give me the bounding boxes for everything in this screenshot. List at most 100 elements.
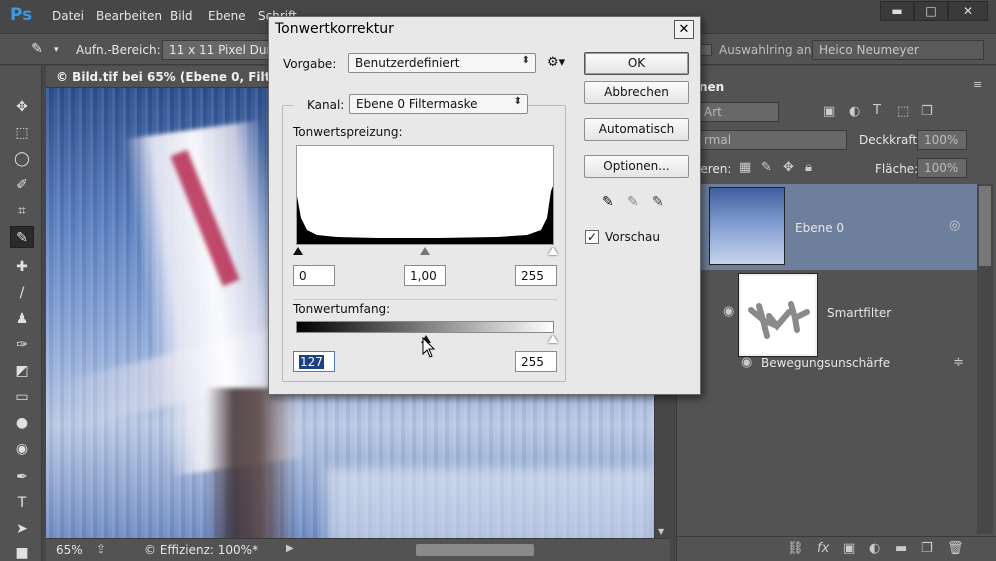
pixel-filter-icon[interactable]: ▣ xyxy=(823,104,835,119)
adjustment-filter-icon[interactable]: ◐ xyxy=(849,104,860,119)
input-white-slider[interactable] xyxy=(548,247,558,255)
output-black-field[interactable]: 127 xyxy=(293,351,335,372)
levels-dialog: Tonwertkorrektur ✕ Vorgabe: Benutzerdefi… xyxy=(268,16,701,395)
ok-button[interactable]: OK xyxy=(584,52,689,75)
eyedropper-icon[interactable]: ✎ xyxy=(26,38,48,60)
workspace-select[interactable]: Heico Neumeyer xyxy=(812,40,984,60)
marquee-icon[interactable]: ⬚ xyxy=(10,122,34,144)
stamp-icon[interactable]: ♟ xyxy=(10,308,34,330)
preset-label: Vorgabe: xyxy=(283,57,337,71)
gradient-icon[interactable]: ▭ xyxy=(10,386,34,408)
sample-size-select[interactable]: 11 x 11 Pixel Durch xyxy=(162,40,272,60)
gray-point-eyedropper-icon[interactable]: ✎ xyxy=(627,194,639,210)
history-brush-icon[interactable]: ✑ xyxy=(10,334,34,356)
layers-scroll-thumb[interactable] xyxy=(979,186,991,266)
fx-icon[interactable]: fx xyxy=(817,541,829,556)
preset-gear-icon[interactable]: ⚙▾ xyxy=(547,55,565,70)
zoom-level[interactable]: 65% xyxy=(56,543,83,557)
menu-bearbeiten[interactable]: Bearbeiten xyxy=(96,9,162,23)
maximize-button[interactable]: □ xyxy=(914,1,948,21)
lock-position-icon[interactable]: ✥ xyxy=(783,160,794,175)
output-white-slider[interactable] xyxy=(548,335,558,343)
healing-icon[interactable]: ✚ xyxy=(10,256,34,278)
updown-arrow-icon: ⬍ xyxy=(521,55,530,66)
filter-name[interactable]: Bewegungsunschärfe xyxy=(761,356,890,370)
eraser-icon[interactable]: ◩ xyxy=(10,360,34,382)
blurred-figure-head xyxy=(206,388,296,538)
blend-mode-select[interactable]: rmal xyxy=(697,130,847,150)
lasso-icon[interactable]: ◯ xyxy=(10,148,34,170)
input-black-slider[interactable] xyxy=(293,247,303,255)
fill-field[interactable]: 100% xyxy=(917,158,967,178)
preview-checkbox[interactable]: ✓ xyxy=(585,230,599,244)
auto-button[interactable]: Automatisch xyxy=(584,118,689,141)
quick-select-icon[interactable]: ✐ xyxy=(10,174,34,196)
link-layers-icon[interactable]: ⛓ xyxy=(787,541,804,556)
menu-datei[interactable]: Datei xyxy=(52,9,84,23)
new-group-icon[interactable]: ▬ xyxy=(895,541,907,556)
dodge-icon[interactable]: ◉ xyxy=(10,438,34,460)
path-select-icon[interactable]: ➤ xyxy=(10,518,34,540)
smartfilter-row[interactable]: ◉ Smartfilter xyxy=(677,270,977,357)
minimize-button[interactable]: ▬ xyxy=(880,1,914,21)
blurred-haze xyxy=(326,468,654,538)
filter-row-motion-blur[interactable]: ◉ Bewegungsunschärfe ≑ xyxy=(677,354,977,374)
channel-select[interactable]: Ebene 0 Filtermaske ⬍ xyxy=(349,94,528,114)
status-bar: 65% ⇪ © Effizienz: 100%* ▶ xyxy=(46,538,670,561)
type-icon[interactable]: T xyxy=(10,492,34,514)
shape-icon[interactable]: ■ xyxy=(10,542,34,561)
filter-blending-options-icon[interactable]: ≑ xyxy=(953,355,964,370)
layers-scrollbar[interactable] xyxy=(977,184,993,534)
output-white-field[interactable]: 255 xyxy=(515,351,557,372)
close-window-button[interactable]: ✕ xyxy=(948,1,988,21)
status-menu-arrow-icon[interactable]: ▶ xyxy=(286,543,294,554)
blur-icon[interactable]: ● xyxy=(10,412,34,434)
brush-icon[interactable]: / xyxy=(10,282,34,304)
input-white-field[interactable]: 255 xyxy=(515,265,557,286)
layer-filter-select[interactable]: Art xyxy=(697,102,779,122)
lock-transparency-icon[interactable]: ▦ xyxy=(739,160,751,175)
output-levels-label: Tonwertumfang: xyxy=(293,302,391,316)
close-icon[interactable]: ✕ xyxy=(674,20,694,39)
lock-all-icon[interactable]: 🔒︎ xyxy=(805,160,812,175)
mask-shape-icon xyxy=(748,301,810,339)
filter-visibility-eye-icon[interactable]: ◉ xyxy=(741,355,752,370)
input-gamma-field[interactable]: 1,00 xyxy=(404,265,446,286)
visibility-eye-icon[interactable]: ◉ xyxy=(723,304,734,319)
scroll-down-icon[interactable]: ▼ xyxy=(658,527,664,536)
move-icon[interactable]: ✥ xyxy=(10,96,34,118)
adjustment-layer-icon[interactable]: ◐ xyxy=(869,541,880,556)
chevron-down-icon[interactable]: ▾ xyxy=(54,45,59,55)
panel-menu-icon[interactable]: ≡ xyxy=(973,78,982,91)
eyedropper-icon[interactable]: ✎ xyxy=(10,226,34,248)
layer-row-ebene-0[interactable]: Ebene 0 ◎ xyxy=(677,184,977,270)
black-point-eyedropper-icon[interactable]: ✎ xyxy=(602,194,614,210)
input-gamma-slider[interactable] xyxy=(420,247,430,255)
menu-ebene[interactable]: Ebene xyxy=(208,9,246,23)
layer-name[interactable]: Ebene 0 xyxy=(795,221,844,235)
layers-tab[interactable]: nen xyxy=(699,80,724,94)
export-icon[interactable]: ⇪ xyxy=(96,542,106,556)
type-filter-icon[interactable]: T xyxy=(873,103,881,118)
new-layer-icon[interactable]: ❐ xyxy=(921,541,933,556)
white-point-eyedropper-icon[interactable]: ✎ xyxy=(652,194,664,210)
smartobject-filter-icon[interactable]: ❐ xyxy=(921,104,933,119)
output-black-value: 127 xyxy=(299,355,324,369)
filter-mask-thumbnail[interactable] xyxy=(738,273,818,357)
horizontal-scroll-thumb[interactable] xyxy=(416,544,534,556)
options-button[interactable]: Optionen... xyxy=(584,155,689,178)
input-black-field[interactable]: 0 xyxy=(293,265,335,286)
trash-icon[interactable]: 🗑︎ xyxy=(947,541,964,556)
cancel-button[interactable]: Abbrechen xyxy=(584,81,689,104)
sample-ring-checkbox[interactable] xyxy=(700,44,712,56)
dialog-titlebar[interactable]: Tonwertkorrektur ✕ xyxy=(269,17,700,43)
preset-select[interactable]: Benutzerdefiniert ⬍ xyxy=(348,53,536,73)
layers-panel: nen ≡ Art ▣ ◐ T ⬚ ❐ rmal Deckkraft: 100%… xyxy=(676,66,996,561)
crop-icon[interactable]: ⌗ xyxy=(10,200,34,222)
menu-bild[interactable]: Bild xyxy=(170,9,193,23)
lock-pixels-icon[interactable]: ✎ xyxy=(761,160,772,175)
pen-icon[interactable]: ✒ xyxy=(10,466,34,488)
shape-filter-icon[interactable]: ⬚ xyxy=(897,104,909,119)
add-mask-icon[interactable]: ▣ xyxy=(843,541,855,556)
opacity-field[interactable]: 100% xyxy=(917,130,967,150)
